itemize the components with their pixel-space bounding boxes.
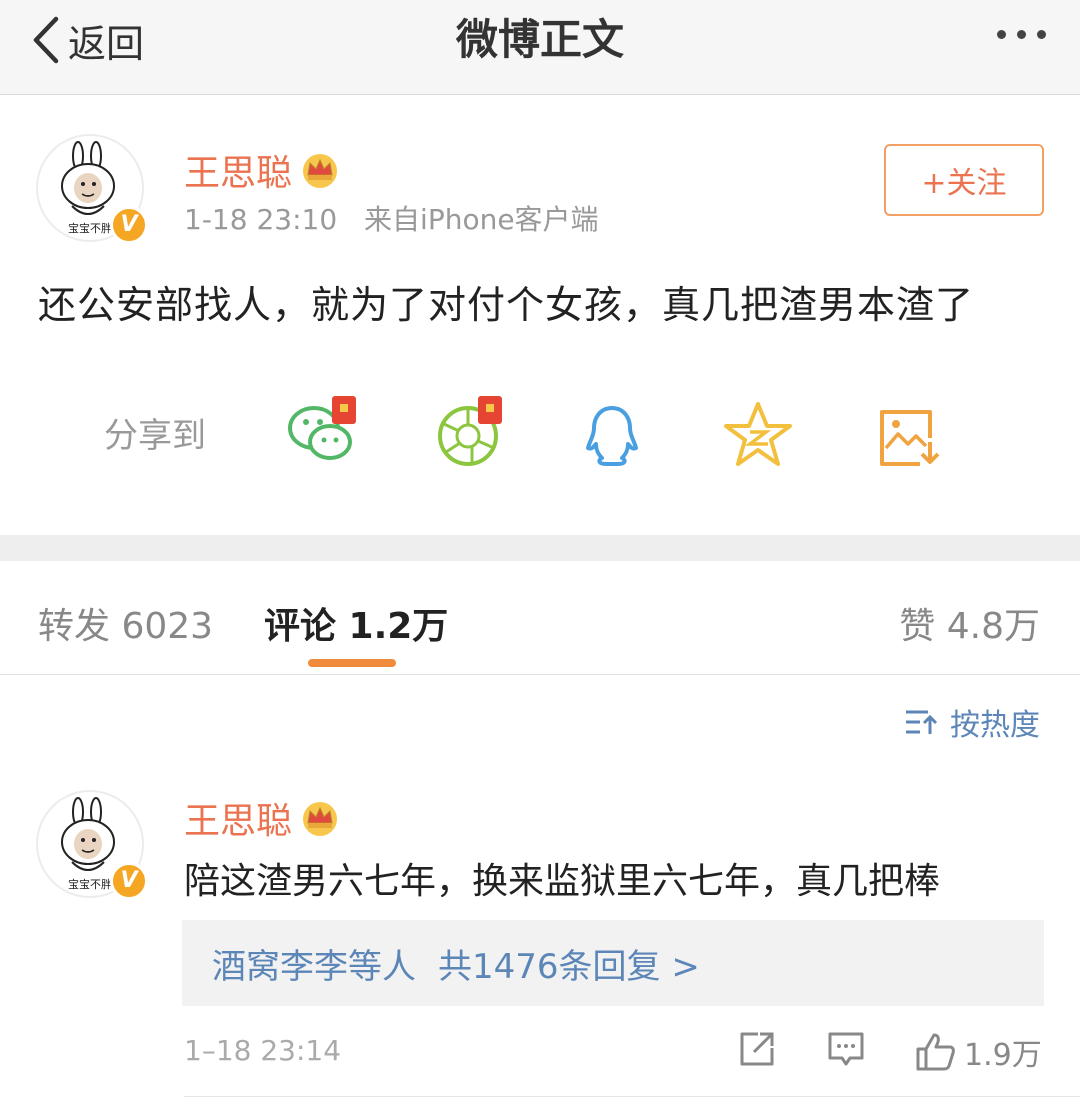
author-name[interactable]: 王思聪 [184,144,340,196]
share-row: 分享到 [0,396,1080,476]
avatar-caption: 宝宝不胖 [68,221,112,235]
page-title: 微博正文 [455,15,624,64]
active-tab-indicator [308,659,396,667]
top-nav-bar: 返回 微博正文 [0,0,1080,95]
author-avatar[interactable]: 宝宝不胖 V [36,134,148,244]
comment-divider [184,1096,1080,1097]
post-tabs: 转发 6023 评论 1.2万 赞 4.8万 [0,561,1080,675]
comment-bubble-icon [828,1032,864,1066]
wechat-icon[interactable] [284,396,364,476]
post-source: 来自iPhone客户端 [364,203,599,236]
tab-comment[interactable]: 评论 1.2万 [264,597,448,649]
follow-button[interactable]: +关注 [884,144,1044,216]
share-out-icon [740,1032,774,1066]
tab-likes[interactable]: 赞 4.8万 [899,597,1040,649]
crown-icon [303,154,338,188]
weibo-post: 宝宝不胖 V 王思聪 1-18 23:10 来自iPhone客户端 +关注 还公… [0,96,1080,535]
commenter-name[interactable]: 王思聪 [184,792,340,844]
like-count: 1.9万 [964,1038,1042,1073]
comment-body: 陪这渣男六七年，换来监狱里六七年，真几把棒 [184,861,941,902]
more-options-button[interactable] [997,30,1046,39]
commenter-avatar[interactable]: 宝宝不胖 V [36,790,148,900]
author-name-label: 王思聪 [184,153,293,194]
reply-comment-button[interactable] [826,1030,866,1070]
tab-repost[interactable]: 转发 6023 [38,597,213,649]
sort-label: 按热度 [950,708,1040,743]
dot-icon [1037,30,1046,39]
thumbs-up-icon [916,1033,955,1071]
commenter-name-label: 王思聪 [184,801,293,842]
section-divider [0,535,1080,561]
avatar-caption: 宝宝不胖 [68,877,112,891]
post-time: 1-18 23:10 [184,203,338,236]
comment-time: 1–18 23:14 [184,1034,342,1067]
verified-badge: V [110,862,148,900]
reply-users: 酒窝李李等人 [212,946,416,987]
sort-by-hot-button[interactable]: 按热度 [904,700,1040,744]
repost-comment-button[interactable] [738,1030,776,1068]
moments-icon[interactable] [432,396,512,476]
post-meta: 1-18 23:10 来自iPhone客户端 [184,198,599,238]
post-body: 还公安部找人，就为了对付个女孩，真几把渣男本渣了 [38,283,975,327]
replies-preview[interactable]: 酒窝李李等人 共1476条回复 > [182,920,1044,1006]
dot-icon [997,30,1006,39]
crown-icon [303,802,338,836]
qzone-icon[interactable] [718,396,798,476]
qq-icon[interactable] [572,396,652,476]
dot-icon [1017,30,1026,39]
reply-count-link[interactable]: 共1476条回复 > [438,939,700,988]
like-comment-button[interactable]: 1.9万 [914,1030,1042,1074]
sort-icon [906,710,938,734]
save-image-icon[interactable] [868,396,948,476]
share-label: 分享到 [104,416,206,456]
verified-badge: V [110,206,148,244]
